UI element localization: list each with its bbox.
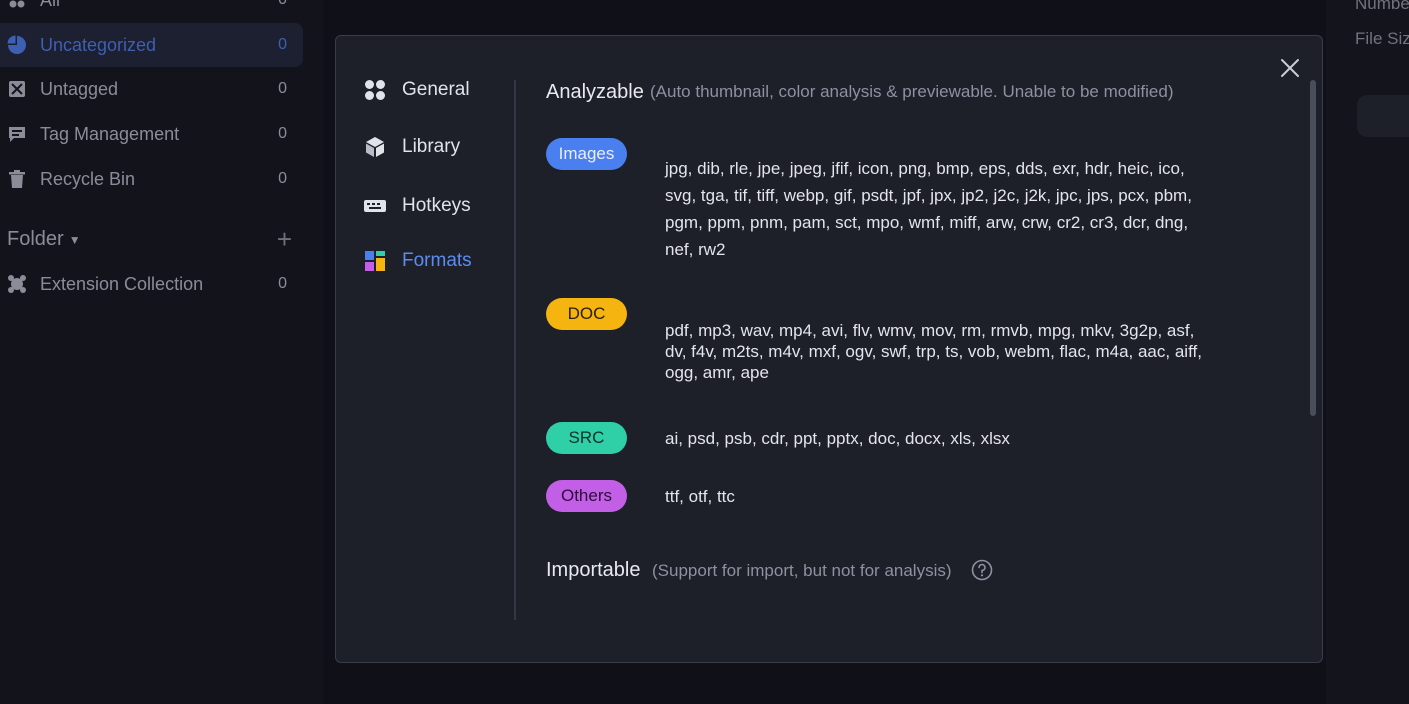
doc-badge: DOC xyxy=(546,298,627,330)
nav-item-library[interactable]: Library xyxy=(363,135,460,159)
sidebar-item-untagged[interactable]: Untagged 0 xyxy=(0,67,303,111)
sidebar-item-count: 0 xyxy=(278,275,287,292)
nav-item-hotkeys[interactable]: Hotkeys xyxy=(363,194,471,218)
cube-icon xyxy=(363,135,387,159)
preferences-dialog: General Library Hotkeys Formats Analyzab… xyxy=(335,35,1323,663)
sidebar-item-label: Tag Management xyxy=(40,123,180,144)
folder-header[interactable]: Folder ▼ + xyxy=(7,224,292,254)
nav-item-label: Formats xyxy=(402,250,472,271)
sidebar-item-count: 0 xyxy=(278,36,287,53)
scrollbar-thumb[interactable] xyxy=(1310,80,1316,416)
sidebar-item-label: Untagged xyxy=(40,78,119,99)
trash-icon xyxy=(7,169,27,189)
sidebar-item-label: Uncategorized xyxy=(40,34,157,55)
sidebar: All 0 Uncategorized 0 Untagged 0 Tag Man… xyxy=(0,0,323,704)
preferences-nav: General Library Hotkeys Formats xyxy=(336,36,516,662)
sidebar-item-tag-management[interactable]: Tag Management 0 xyxy=(0,112,303,156)
add-folder-icon[interactable]: + xyxy=(277,224,292,255)
sidebar-item-uncategorized[interactable]: Uncategorized 0 xyxy=(0,23,303,67)
all-icon xyxy=(7,0,27,10)
sidebar-item-count: 0 xyxy=(278,170,287,187)
sidebar-item-recycle-bin[interactable]: Recycle Bin 0 xyxy=(0,157,303,201)
analyzable-title: Analyzable xyxy=(546,81,644,103)
importable-subtitle: (Support for import, but not for analysi… xyxy=(652,561,952,580)
nav-item-label: General xyxy=(402,79,470,100)
tags-icon xyxy=(7,124,27,144)
sidebar-item-label: All xyxy=(40,0,60,11)
importable-title: Importable xyxy=(546,559,641,581)
analyzable-subtitle: (Auto thumbnail, color analysis & previe… xyxy=(650,82,1174,101)
inspector-button[interactable] xyxy=(1357,95,1409,137)
inspector-label: File Size xyxy=(1355,29,1409,48)
untagged-icon xyxy=(7,79,27,99)
sidebar-item-count: 0 xyxy=(278,0,287,9)
nav-item-label: Hotkeys xyxy=(402,195,471,216)
keyboard-icon xyxy=(363,194,387,218)
scrollbar[interactable] xyxy=(1310,80,1316,640)
nav-item-general[interactable]: General xyxy=(363,78,470,102)
others-badge: Others xyxy=(546,480,627,512)
sidebar-item-count: 0 xyxy=(278,80,287,97)
src-extensions: ai, psd, psb, cdr, ppt, pptx, doc, docx,… xyxy=(665,429,1010,448)
formats-icon xyxy=(363,249,387,273)
general-icon xyxy=(363,78,387,102)
doc-extensions: pdf, mp3, wav, mp4, avi, flv, wmv, mov, … xyxy=(665,321,1202,382)
folder-label: Folder xyxy=(7,228,64,250)
images-badge: Images xyxy=(546,138,627,170)
nav-divider xyxy=(514,80,516,620)
sidebar-item-label: Recycle Bin xyxy=(40,168,136,189)
inspector-label: Number xyxy=(1355,0,1409,13)
formats-content: Analyzable (Auto thumbnail, color analys… xyxy=(546,36,1286,662)
src-badge: SRC xyxy=(546,422,627,454)
folder-item-extension-collection[interactable]: Extension Collection 0 xyxy=(0,262,303,306)
caret-down-icon: ▼ xyxy=(68,232,81,247)
inspector-panel: Number File Size xyxy=(1326,0,1409,704)
help-icon[interactable] xyxy=(971,559,993,581)
nav-item-formats[interactable]: Formats xyxy=(363,249,472,273)
nav-item-label: Library xyxy=(402,136,461,157)
others-extensions: ttf, otf, ttc xyxy=(665,487,735,506)
sidebar-item-label: Extension Collection xyxy=(40,273,204,294)
sidebar-item-all[interactable]: All 0 xyxy=(0,0,303,22)
images-extensions: jpg, dib, rle, jpe, jpeg, jfif, icon, pn… xyxy=(665,159,1192,259)
extension-icon xyxy=(7,274,27,294)
pie-icon xyxy=(7,35,27,55)
sidebar-item-count: 0 xyxy=(278,125,287,142)
